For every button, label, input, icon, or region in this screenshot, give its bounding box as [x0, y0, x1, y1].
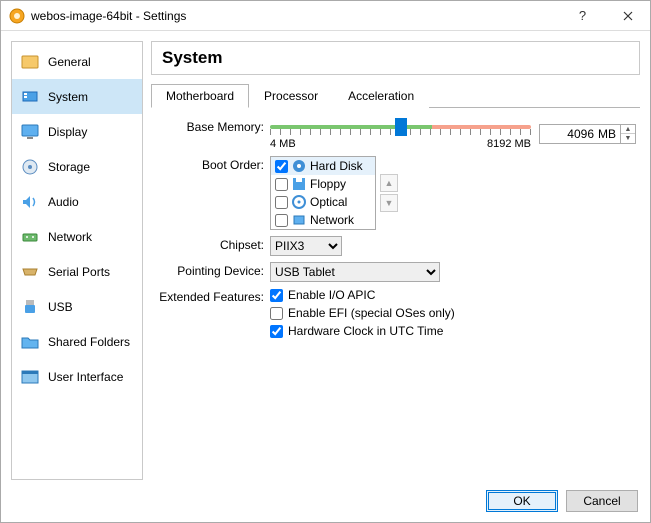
- tab-acceleration[interactable]: Acceleration: [333, 84, 429, 108]
- boot-item-optical[interactable]: Optical: [271, 193, 375, 211]
- close-button[interactable]: [605, 1, 650, 30]
- ok-button[interactable]: OK: [486, 490, 558, 512]
- chipset-label: Chipset:: [155, 236, 270, 252]
- sidebar-label: Storage: [48, 160, 90, 174]
- boot-check-optical[interactable]: [275, 196, 288, 209]
- spin-down[interactable]: ▼: [621, 134, 635, 143]
- sidebar-item-shared[interactable]: Shared Folders: [12, 324, 142, 359]
- page-header: System: [151, 41, 640, 75]
- window-title: webos-image-64bit - Settings: [31, 9, 560, 23]
- row-pointing: Pointing Device: USB Tablet: [155, 262, 636, 282]
- sidebar-item-storage[interactable]: Storage: [12, 149, 142, 184]
- ext-label: Enable I/O APIC: [288, 288, 375, 302]
- boot-check-network[interactable]: [275, 214, 288, 227]
- usb-icon: [20, 297, 40, 317]
- general-icon: [20, 52, 40, 72]
- sidebar-item-usb[interactable]: USB: [12, 289, 142, 324]
- help-button[interactable]: ?: [560, 1, 605, 30]
- base-memory-spinbox[interactable]: MB ▲ ▼: [539, 124, 636, 144]
- form-area: Base Memory: 4 MB 8192 MB: [151, 108, 640, 352]
- sidebar-label: USB: [48, 300, 73, 314]
- sidebar-item-general[interactable]: General: [12, 44, 142, 79]
- folder-icon: [20, 332, 40, 352]
- settings-window: webos-image-64bit - Settings ? General S…: [0, 0, 651, 523]
- boot-check-harddisk[interactable]: [275, 160, 288, 173]
- app-icon: [9, 8, 25, 24]
- ext-utc[interactable]: Hardware Clock in UTC Time: [270, 324, 443, 338]
- spin-up[interactable]: ▲: [621, 125, 635, 134]
- serial-icon: [20, 262, 40, 282]
- tab-motherboard[interactable]: Motherboard: [151, 84, 249, 108]
- ext-utc-check[interactable]: [270, 325, 283, 338]
- dialog-footer: OK Cancel: [1, 480, 650, 522]
- display-icon: [20, 122, 40, 142]
- tab-processor[interactable]: Processor: [249, 84, 333, 108]
- system-icon: [20, 87, 40, 107]
- sidebar-label: Serial Ports: [48, 265, 110, 279]
- ext-efi[interactable]: Enable EFI (special OSes only): [270, 306, 455, 320]
- sidebar-item-ui[interactable]: User Interface: [12, 359, 142, 394]
- pointing-select[interactable]: USB Tablet: [270, 262, 440, 282]
- sidebar-item-system[interactable]: System: [12, 79, 142, 114]
- sidebar-label: Network: [48, 230, 92, 244]
- base-memory-input[interactable]: [540, 126, 596, 142]
- row-base-memory: Base Memory: 4 MB 8192 MB: [155, 118, 636, 150]
- sidebar-label: Shared Folders: [48, 335, 130, 349]
- boot-label: Floppy: [310, 177, 346, 191]
- boot-check-floppy[interactable]: [275, 178, 288, 191]
- sidebar-label: Display: [48, 125, 87, 139]
- boot-move-up[interactable]: ▲: [380, 174, 398, 192]
- sidebar-item-serial[interactable]: Serial Ports: [12, 254, 142, 289]
- row-chipset: Chipset: PIIX3: [155, 236, 636, 256]
- sidebar-item-network[interactable]: Network: [12, 219, 142, 254]
- base-memory-unit: MB: [596, 127, 620, 141]
- storage-icon: [20, 157, 40, 177]
- sidebar-item-display[interactable]: Display: [12, 114, 142, 149]
- row-boot-order: Boot Order: Hard Disk Floppy: [155, 156, 636, 230]
- boot-label: Optical: [310, 195, 347, 209]
- boot-order-label: Boot Order:: [155, 156, 270, 172]
- ui-icon: [20, 367, 40, 387]
- ext-ioapic[interactable]: Enable I/O APIC: [270, 288, 375, 302]
- boot-label: Hard Disk: [310, 159, 363, 173]
- content-area: General System Display Storage Audio Net…: [1, 31, 650, 480]
- sidebar-item-audio[interactable]: Audio: [12, 184, 142, 219]
- slider-thumb[interactable]: [395, 118, 407, 136]
- boot-label: Network: [310, 213, 354, 227]
- pointing-label: Pointing Device:: [155, 262, 270, 278]
- slider-max-label: 8192 MB: [487, 138, 531, 150]
- ext-efi-check[interactable]: [270, 307, 283, 320]
- boot-item-harddisk[interactable]: Hard Disk: [271, 157, 375, 175]
- audio-icon: [20, 192, 40, 212]
- optical-icon: [292, 195, 306, 209]
- main-panel: System Motherboard Processor Acceleratio…: [151, 41, 640, 480]
- network-small-icon: [292, 213, 306, 227]
- cancel-button[interactable]: Cancel: [566, 490, 638, 512]
- page-title: System: [162, 48, 629, 68]
- chipset-select[interactable]: PIIX3: [270, 236, 342, 256]
- sidebar: General System Display Storage Audio Net…: [11, 41, 143, 480]
- sidebar-label: User Interface: [48, 370, 123, 384]
- row-extended: Extended Features: Enable I/O APIC Enabl…: [155, 288, 636, 342]
- titlebar: webos-image-64bit - Settings ?: [1, 1, 650, 31]
- boot-item-network[interactable]: Network: [271, 211, 375, 229]
- slider-min-label: 4 MB: [270, 138, 296, 150]
- base-memory-slider[interactable]: 4 MB 8192 MB: [270, 118, 531, 150]
- floppy-icon: [292, 177, 306, 191]
- network-icon: [20, 227, 40, 247]
- boot-order-arrows: ▲ ▼: [380, 174, 398, 212]
- base-memory-label: Base Memory:: [155, 118, 270, 134]
- boot-move-down[interactable]: ▼: [380, 194, 398, 212]
- boot-item-floppy[interactable]: Floppy: [271, 175, 375, 193]
- ext-label: Hardware Clock in UTC Time: [288, 324, 443, 338]
- ext-ioapic-check[interactable]: [270, 289, 283, 302]
- tab-strip: Motherboard Processor Acceleration: [151, 83, 640, 108]
- ext-label: Enable EFI (special OSes only): [288, 306, 455, 320]
- extended-label: Extended Features:: [155, 288, 270, 304]
- boot-order-list[interactable]: Hard Disk Floppy Optical: [270, 156, 376, 230]
- harddisk-icon: [292, 159, 306, 173]
- sidebar-label: General: [48, 55, 91, 69]
- sidebar-label: Audio: [48, 195, 79, 209]
- sidebar-label: System: [48, 90, 88, 104]
